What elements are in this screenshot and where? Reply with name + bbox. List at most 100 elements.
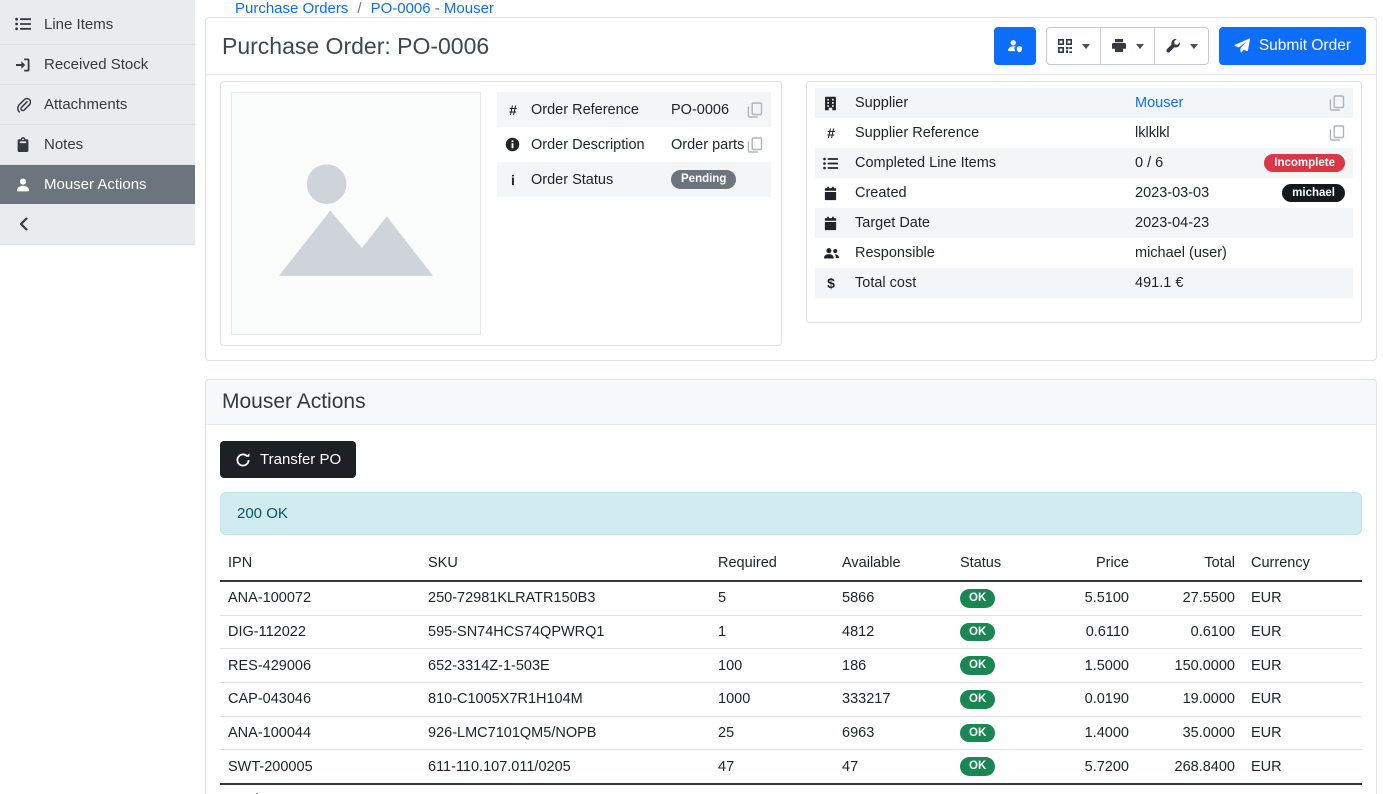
table-row: SWT-200005 611-110.107.011/0205 47 47 OK… bbox=[220, 750, 1362, 784]
detail-label: Responsible bbox=[855, 245, 1135, 261]
col-available: Available bbox=[834, 549, 952, 581]
table-header-row: IPN SKU Required Available Status Price … bbox=[220, 549, 1362, 581]
cell-total: 150.0000 bbox=[1137, 649, 1243, 683]
sidebar-item-label: Line Items bbox=[44, 16, 113, 33]
clipboard-icon bbox=[15, 137, 31, 153]
col-currency: Currency bbox=[1243, 549, 1362, 581]
wrench-icon bbox=[1165, 38, 1181, 54]
copy-icon[interactable] bbox=[747, 102, 763, 118]
dollar-icon: $ bbox=[823, 275, 855, 291]
cell-total: 19.0000 bbox=[1137, 682, 1243, 716]
col-price: Price bbox=[1042, 549, 1137, 581]
detail-row-order-reference: # Order Reference PO-0006 bbox=[497, 92, 771, 127]
page-title: Purchase Order: PO-0006 bbox=[222, 33, 489, 60]
cell-available: 4812 bbox=[834, 615, 952, 649]
order-summary-card: # Order Reference PO-0006 Order Descri bbox=[220, 81, 782, 346]
sidebar-nav: Line Items Received Stock Attachments bbox=[0, 4, 195, 204]
detail-row-created: Created 2023-03-03 michael bbox=[815, 178, 1353, 208]
mouser-actions-title: Mouser Actions bbox=[222, 390, 366, 414]
barcode-actions-button[interactable] bbox=[1046, 27, 1101, 65]
user-roles-button[interactable] bbox=[994, 27, 1036, 65]
cell-status: OK bbox=[952, 649, 1042, 683]
cell-currency: EUR bbox=[1243, 581, 1362, 615]
cell-sku: 926-LMC7101QM5/NOPB bbox=[420, 716, 710, 750]
cell-required: 1000 bbox=[710, 682, 834, 716]
detail-label: Created bbox=[855, 185, 1135, 201]
status-ok-badge: OK bbox=[960, 589, 995, 608]
cell-available: 6963 bbox=[834, 716, 952, 750]
copy-icon[interactable] bbox=[747, 137, 763, 153]
submit-order-label: Submit Order bbox=[1259, 37, 1351, 55]
cell-total: 35.0000 bbox=[1137, 716, 1243, 750]
cell-status: OK bbox=[952, 581, 1042, 615]
app-root: Line Items Received Stock Attachments bbox=[0, 0, 1383, 794]
detail-value: PO-0006 bbox=[671, 102, 747, 118]
sidebar-item-mouser-actions[interactable]: Mouser Actions bbox=[0, 164, 195, 204]
list-check-icon bbox=[823, 156, 855, 171]
detail-value: 491.1 € bbox=[1135, 275, 1345, 291]
detail-row-order-status: i Order Status Pending bbox=[497, 162, 771, 197]
sidebar-collapse-button[interactable] bbox=[0, 204, 195, 244]
footer-total-value: 501.0000 bbox=[1137, 784, 1243, 794]
breadcrumb-link-purchase-orders[interactable]: Purchase Orders bbox=[235, 0, 348, 17]
cell-price: 1.4000 bbox=[1042, 716, 1137, 750]
calendar-icon bbox=[823, 216, 855, 231]
table-row: ANA-100044 926-LMC7101QM5/NOPB 25 6963 O… bbox=[220, 716, 1362, 750]
cell-ipn: SWT-200005 bbox=[220, 750, 420, 784]
table-row: CAP-043046 810-C1005X7R1H104M 1000 33321… bbox=[220, 682, 1362, 716]
status-ok-badge: OK bbox=[960, 757, 995, 776]
detail-label: Order Reference bbox=[531, 102, 671, 118]
detail-row-supplier-reference: # Supplier Reference lklklkl bbox=[815, 118, 1353, 148]
cell-sku: 595-SN74HCS74QPWRQ1 bbox=[420, 615, 710, 649]
refresh-icon bbox=[235, 452, 251, 468]
cell-ipn: ANA-100072 bbox=[220, 581, 420, 615]
sidebar-item-label: Notes bbox=[44, 136, 83, 153]
copy-icon[interactable] bbox=[1329, 95, 1345, 111]
cell-required: 100 bbox=[710, 649, 834, 683]
paper-plane-icon bbox=[1234, 38, 1250, 54]
cell-total: 0.6100 bbox=[1137, 615, 1243, 649]
table-row: RES-429006 652-3314Z-1-503E 100 186 OK 1… bbox=[220, 649, 1362, 683]
sidebar-item-attachments[interactable]: Attachments bbox=[0, 84, 195, 124]
sidebar-item-received-stock[interactable]: Received Stock bbox=[0, 44, 195, 84]
detail-row-supplier: Supplier Mouser bbox=[815, 88, 1353, 118]
breadcrumb: Purchase Orders / PO-0006 - Mouser bbox=[205, 0, 1377, 17]
table-footer-row: Total 501.0000 bbox=[220, 784, 1362, 794]
status-ok-badge: OK bbox=[960, 623, 995, 642]
submit-order-button[interactable]: Submit Order bbox=[1219, 27, 1366, 65]
hash-icon: # bbox=[505, 102, 531, 118]
sidebar-item-label: Received Stock bbox=[44, 56, 148, 73]
order-image-placeholder[interactable] bbox=[231, 92, 481, 335]
breadcrumb-link-current-order[interactable]: PO-0006 - Mouser bbox=[371, 0, 494, 17]
print-actions-button[interactable] bbox=[1101, 27, 1155, 65]
cell-ipn: ANA-100044 bbox=[220, 716, 420, 750]
transfer-po-label: Transfer PO bbox=[260, 451, 341, 468]
building-icon bbox=[823, 96, 855, 111]
supplier-link[interactable]: Mouser bbox=[1135, 95, 1183, 111]
paperclip-icon bbox=[15, 97, 31, 113]
col-status: Status bbox=[952, 549, 1042, 581]
purchase-order-header: Purchase Order: PO-0006 bbox=[206, 18, 1376, 75]
calendar-icon bbox=[823, 186, 855, 201]
transfer-po-button[interactable]: Transfer PO bbox=[220, 441, 356, 478]
detail-label: Total cost bbox=[855, 275, 1135, 291]
cell-total: 268.8400 bbox=[1137, 750, 1243, 784]
sidebar-item-notes[interactable]: Notes bbox=[0, 124, 195, 164]
sidebar-item-label: Mouser Actions bbox=[44, 176, 147, 193]
cell-price: 1.5000 bbox=[1042, 649, 1137, 683]
supplier-details-card: Supplier Mouser # Supplier Reference lkl… bbox=[806, 81, 1362, 323]
cell-sku: 652-3314Z-1-503E bbox=[420, 649, 710, 683]
cell-sku: 810-C1005X7R1H104M bbox=[420, 682, 710, 716]
cell-price: 0.0190 bbox=[1042, 682, 1137, 716]
order-status-badge: Pending bbox=[671, 170, 736, 189]
copy-icon[interactable] bbox=[1329, 125, 1345, 141]
cell-sku: 611-110.107.011/0205 bbox=[420, 750, 710, 784]
detail-value: 2023-04-23 bbox=[1135, 215, 1345, 231]
cell-total: 27.5500 bbox=[1137, 581, 1243, 615]
mouser-actions-panel: Mouser Actions Transfer PO 200 OK bbox=[205, 379, 1377, 794]
table-row: DIG-112022 595-SN74HCS74QPWRQ1 1 4812 OK… bbox=[220, 615, 1362, 649]
status-alert-text: 200 OK bbox=[237, 505, 288, 522]
sidebar-item-line-items[interactable]: Line Items bbox=[0, 4, 195, 44]
incomplete-badge: Incomplete bbox=[1264, 154, 1345, 173]
order-actions-button[interactable] bbox=[1155, 27, 1209, 65]
